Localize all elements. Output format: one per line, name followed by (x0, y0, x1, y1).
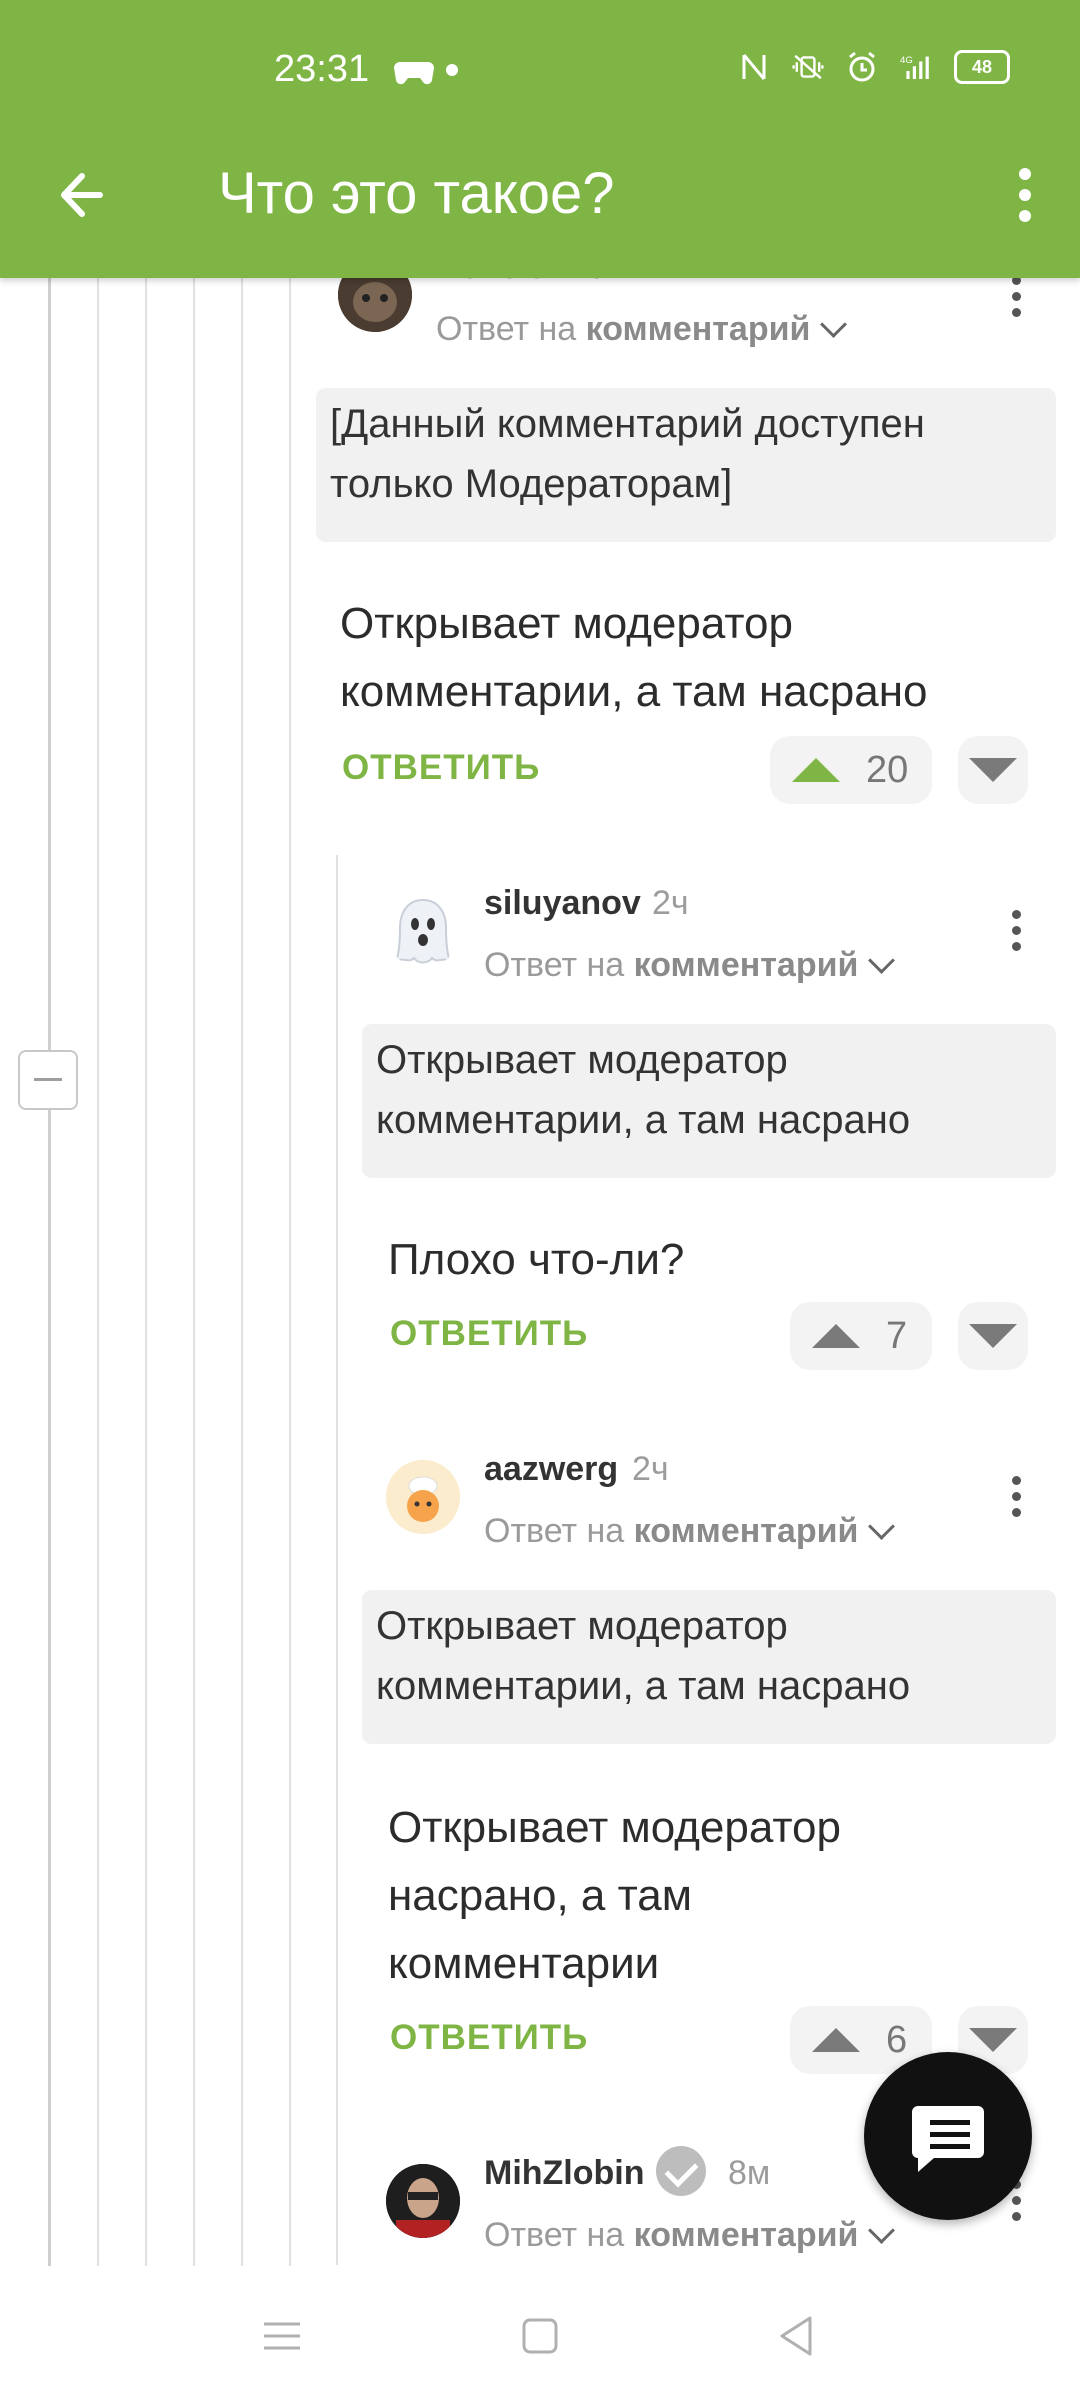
upvote-button[interactable]: 20 (770, 736, 932, 804)
comment-time: 2ч (652, 884, 689, 922)
thread-line (97, 278, 99, 2268)
comment-text: Открывает модератор насрано, а там комме… (388, 1794, 1038, 1998)
verified-icon (656, 2146, 706, 2196)
collapse-thread-button[interactable] (18, 1050, 78, 1110)
reply-to[interactable]: Ответ на комментарий (484, 2216, 896, 2255)
thread-line (48, 278, 51, 2268)
comment-menu-icon[interactable] (996, 896, 1036, 966)
comment-menu-icon[interactable] (996, 1462, 1036, 1532)
comment-time: 8м (728, 2154, 771, 2192)
upvote-button[interactable]: 7 (790, 1302, 932, 1370)
thread-line (289, 278, 291, 2268)
notification-dot-icon (446, 64, 458, 76)
quoted-comment[interactable]: Открывает модератор комментарии, а там н… (362, 1590, 1056, 1744)
reply-button[interactable]: ОТВЕТИТЬ (390, 1314, 588, 1354)
vote-count: 20 (866, 748, 909, 791)
avatar[interactable] (386, 1460, 460, 1534)
thread-line (193, 278, 195, 2268)
reply-to[interactable]: Ответ на комментарий (436, 310, 848, 349)
thread-line (241, 278, 243, 2268)
comment-text-line: насрано, а там (388, 1871, 693, 1920)
comment-username[interactable]: siluyanov (484, 884, 641, 923)
thread-line (145, 278, 147, 2268)
reply-prefix: Ответ на (436, 310, 577, 348)
reply-to[interactable]: Ответ на комментарий (484, 946, 896, 985)
chevron-down-icon (868, 2217, 896, 2244)
system-nav-bar (0, 2266, 1080, 2400)
battery-icon: 48 (954, 50, 1010, 84)
downvote-icon (969, 1324, 1017, 1348)
chevron-down-icon (868, 947, 896, 974)
vote-count: 7 (886, 1314, 908, 1357)
reply-prefix: Ответ на (484, 946, 625, 984)
back-nav-icon[interactable] (766, 2306, 826, 2366)
status-icons: 4G 48 (738, 50, 1010, 84)
quoted-comment[interactable]: Открывает модератор комментарии, а там н… (362, 1024, 1056, 1178)
reply-link[interactable]: комментарий (634, 946, 859, 984)
downvote-button[interactable] (958, 736, 1028, 804)
comment-time: 2ч (632, 1450, 669, 1488)
page-title: Что это такое? (218, 161, 615, 226)
comment-username[interactable]: MihZlobin (484, 2154, 645, 2193)
comment-text: Открывает модератор комментарии, а там н… (340, 599, 928, 716)
comment-username[interactable]: aazwerg (484, 1450, 618, 1489)
downvote-icon (969, 758, 1017, 782)
vibrate-icon (792, 51, 824, 83)
more-vert-icon[interactable] (990, 160, 1060, 230)
reply-prefix: Ответ на (484, 1512, 625, 1550)
status-time: 23:31 (274, 48, 370, 90)
chevron-down-icon (820, 311, 848, 338)
upvote-icon (792, 758, 840, 782)
recent-apps-icon[interactable] (252, 2306, 312, 2366)
write-comment-button[interactable] (864, 2052, 1032, 2220)
back-arrow-icon[interactable] (50, 160, 120, 230)
reply-to[interactable]: Ответ на комментарий (484, 1512, 896, 1551)
reply-link[interactable]: комментарий (634, 1512, 859, 1550)
alarm-icon (846, 51, 878, 83)
downvote-icon (969, 2028, 1017, 2052)
nfc-icon (738, 51, 770, 83)
chevron-down-icon (868, 1513, 896, 1540)
avatar[interactable] (386, 894, 460, 968)
game-controller-icon (394, 54, 434, 88)
signal-4g-icon: 4G (900, 51, 932, 83)
avatar[interactable] (386, 2164, 460, 2238)
comment-text-line: Открывает модератор (388, 1803, 841, 1852)
comment-text: Плохо что-ли? (388, 1235, 685, 1284)
quoted-comment[interactable]: [Данный комментарий доступен только Моде… (316, 388, 1056, 542)
reply-prefix: Ответ на (484, 2216, 625, 2254)
downvote-button[interactable] (958, 1302, 1028, 1370)
reply-link[interactable]: комментарий (634, 2216, 859, 2254)
thread-line (336, 855, 338, 2265)
svg-text:4G: 4G (900, 55, 913, 66)
reply-button[interactable]: ОТВЕТИТЬ (342, 748, 540, 788)
status-bar: 23:31 4G 48 (0, 0, 1080, 140)
home-icon[interactable] (510, 2306, 570, 2366)
reply-button[interactable]: ОТВЕТИТЬ (390, 2018, 588, 2058)
comment-text-line: комментарии (388, 1939, 660, 1988)
app-bar: 23:31 4G 48 Что это такое? (0, 0, 1080, 278)
reply-link[interactable]: комментарий (586, 310, 811, 348)
upvote-icon (812, 2028, 860, 2052)
upvote-icon (812, 1324, 860, 1348)
chat-icon (912, 2106, 984, 2172)
